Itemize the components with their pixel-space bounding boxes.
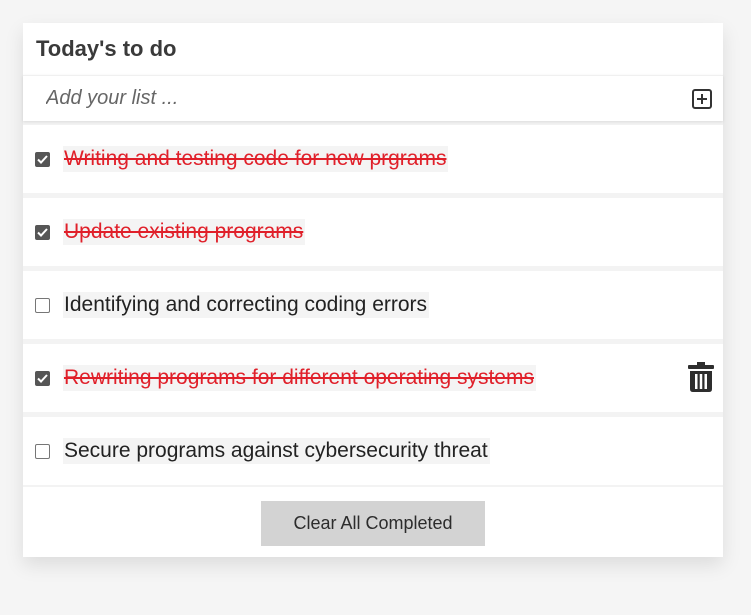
todo-label: Writing and testing code for new prgrams [63, 146, 449, 172]
todo-checkbox[interactable] [35, 224, 50, 240]
clear-completed-button[interactable]: Clear All Completed [261, 500, 485, 546]
add-item-input[interactable] [23, 77, 691, 120]
trash-icon[interactable] [688, 362, 714, 392]
todo-item[interactable]: Update existing programs [23, 198, 723, 266]
todo-checkbox[interactable] [35, 370, 50, 386]
todo-checkbox[interactable] [35, 151, 50, 167]
todo-checkbox[interactable] [35, 297, 50, 313]
todo-label: Identifying and correcting coding errors [63, 292, 430, 318]
todo-item[interactable]: Secure programs against cybersecurity th… [23, 417, 723, 485]
plus-square-icon[interactable] [691, 88, 713, 110]
todo-checkbox[interactable] [35, 443, 50, 459]
todo-label: Update existing programs [63, 219, 306, 245]
todo-label: Secure programs against cybersecurity th… [63, 438, 490, 464]
todo-item[interactable]: Identifying and correcting coding errors [23, 271, 723, 339]
page-title: Today's to do [36, 36, 177, 61]
add-row [23, 75, 723, 121]
todo-item[interactable]: Rewriting programs for different operati… [23, 344, 723, 412]
footer: Clear All Completed [23, 487, 723, 557]
todo-label: Rewriting programs for different operati… [63, 365, 536, 391]
todo-card: Today's to do Writing and testing code f… [23, 23, 723, 557]
header: Today's to do [23, 23, 723, 75]
todo-item[interactable]: Writing and testing code for new prgrams [23, 125, 723, 193]
